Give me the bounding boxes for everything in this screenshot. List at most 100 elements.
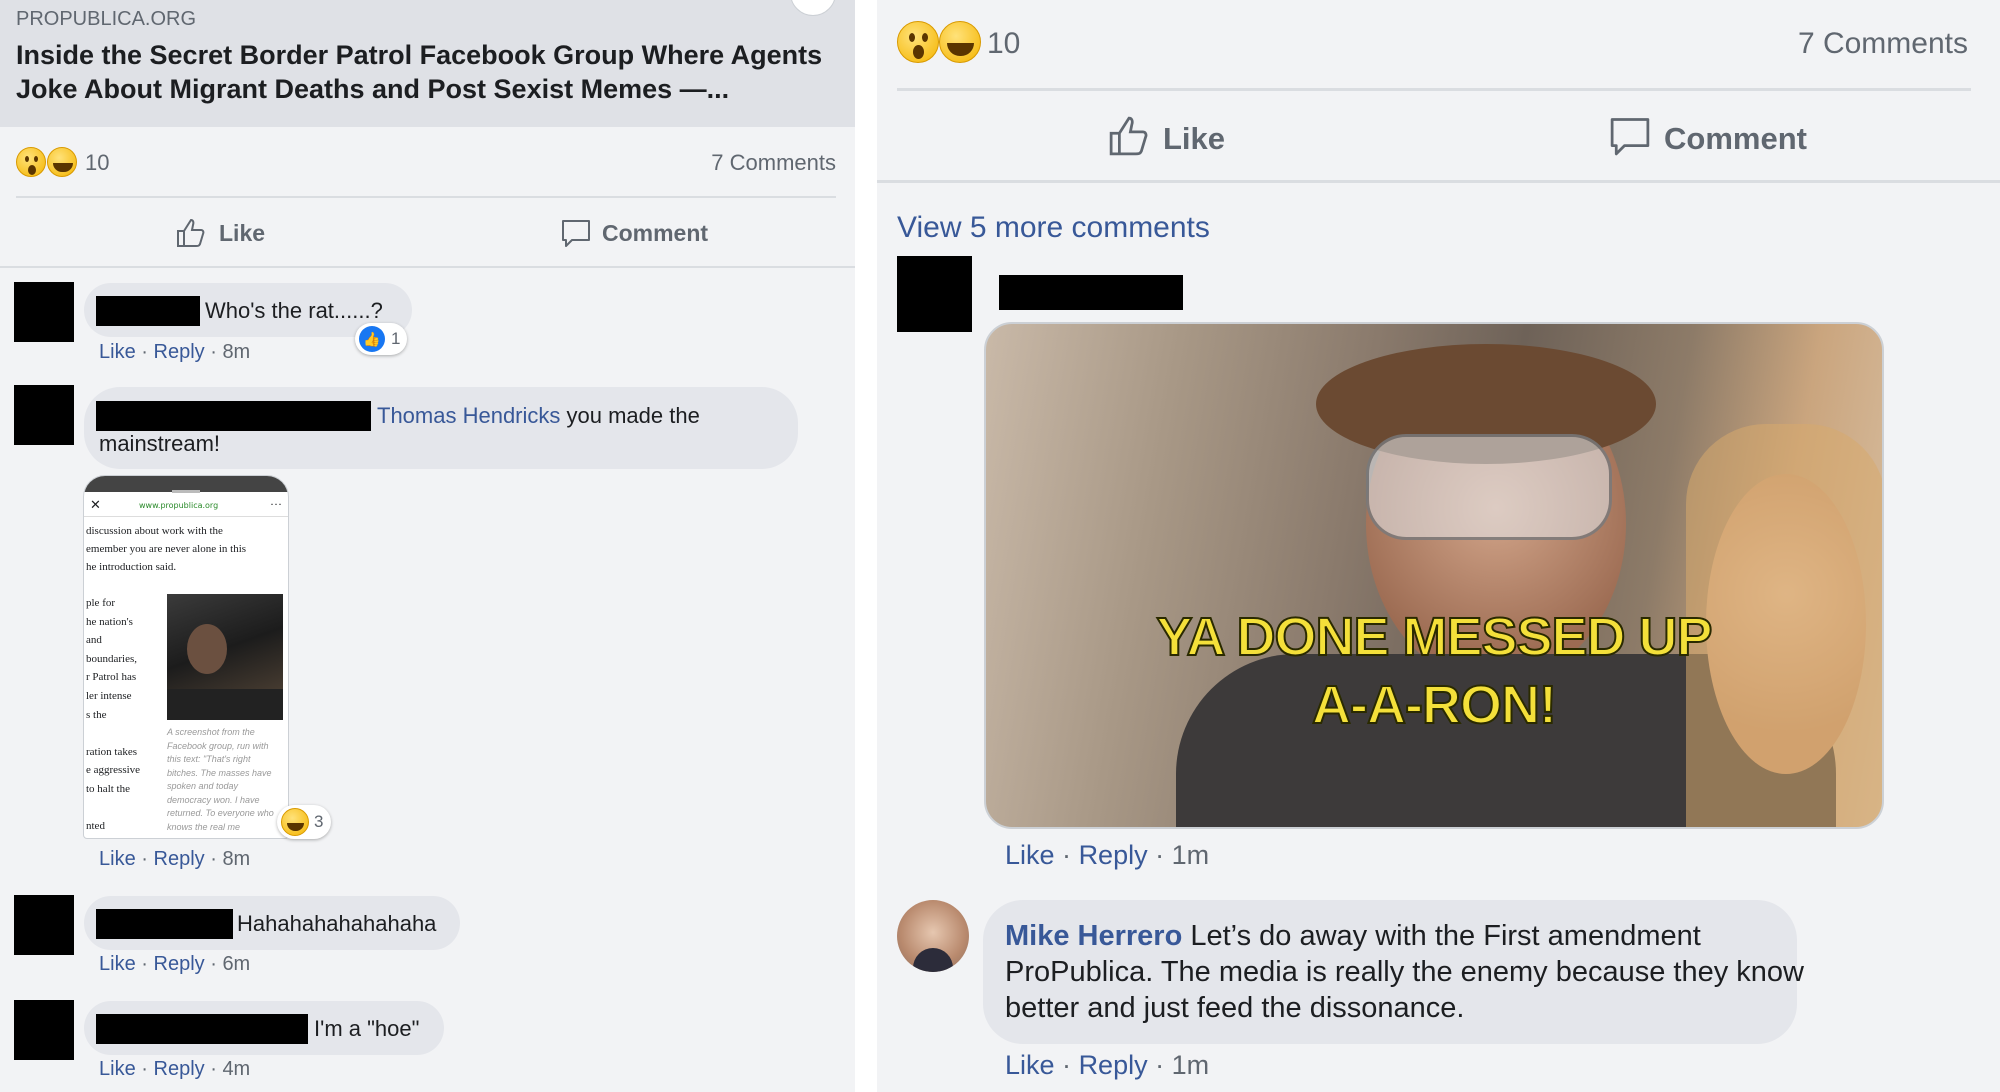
redacted-name [96,1014,308,1044]
left-post-panel: PROPUBLICA.ORG Inside the Secret Border … [0,0,855,1092]
like-button[interactable]: Like [1107,110,1247,166]
screenshot-line: he introduction said. [86,561,177,573]
avatar-redacted[interactable] [14,385,74,445]
avatar-redacted[interactable] [14,895,74,955]
gif-caption-line2: A-A-RON! [1311,674,1558,736]
comment-time[interactable]: 8m [222,341,250,363]
comment-time[interactable]: 6m [222,953,250,975]
thumbs-up-icon [1109,116,1148,156]
comment-reply-link[interactable]: Reply [154,953,205,975]
divider [897,88,1971,91]
screenshot-line: e aggressive [86,764,141,777]
link-title-line2: Joke About Migrant Deaths and Post Sexis… [16,74,730,104]
link-preview[interactable]: PROPUBLICA.ORG Inside the Secret Border … [0,0,855,127]
reaction-count[interactable]: 10 [85,150,109,176]
comment-reply-link[interactable]: Reply [154,1058,205,1080]
thumbs-up-icon [177,218,205,247]
avatar-redacted[interactable] [14,1000,74,1060]
link-title-line1: Inside the Secret Border Patrol Facebook… [16,40,823,70]
screenshot-line: boundaries, [86,652,138,665]
comment-like-link[interactable]: Like [99,341,136,363]
comment-text-line2: ProPublica. The media is really the enem… [1005,956,1805,988]
screenshot-line: ration takes [86,745,138,758]
redacted-name [999,275,1183,310]
comment-label: Comment [1664,121,1807,156]
wow-emoji-icon [897,21,939,63]
reaction-badge-count: 3 [314,812,324,831]
wow-emoji-icon [16,147,46,177]
reaction-badge[interactable]: 👍 1 [355,323,407,355]
comment-time[interactable]: 8m [222,848,250,870]
mention-link[interactable]: Thomas Hendricks [377,403,560,428]
view-more-comments-link[interactable]: View 5 more comments [897,211,1210,245]
comment-button[interactable]: Comment [560,212,730,254]
more-icon: ··· [270,497,282,511]
comment-bubble-icon [562,220,590,247]
comment-meta: Like · Reply · 6m [99,953,251,975]
comments-count[interactable]: 7 Comments [711,150,836,176]
divider [0,266,855,268]
comment-like-link[interactable]: Like [99,1058,136,1080]
redacted-name [96,296,200,326]
attached-screenshot[interactable]: ✕ www.propublica.org ··· discussion abou… [83,475,289,839]
laugh-emoji-icon [281,808,309,836]
comment-meta: Like · Reply · 8m [99,848,251,870]
reaction-badge-count: 1 [391,329,401,348]
comment-meta: Like · Reply · 1m [1005,1050,1210,1080]
screenshot-url: www.propublica.org [139,501,219,510]
gif-image[interactable]: YA DONE MESSED UP A-A-RON! [984,322,1884,829]
right-post-panel: 10 7 Comments Like Comment View 5 more c… [877,0,2000,1092]
comment-time[interactable]: 4m [222,1058,250,1080]
screenshot-line: ple for [86,597,116,609]
screenshot-line: to halt the [86,782,130,795]
link-domain: PROPUBLICA.ORG [16,8,197,30]
screenshot-line: ler intense [86,689,132,702]
divider [16,196,836,198]
redacted-name [96,401,371,431]
comment-like-link[interactable]: Like [99,848,136,870]
screenshot-line: emember you are never alone in this [86,543,247,555]
comment-time[interactable]: 1m [1172,1050,1210,1080]
commenter-name-link[interactable]: Mike Herrero [1005,920,1182,952]
link-options-button[interactable] [790,0,836,16]
comment-text-line1: Thomas Hendricks you made the [377,403,700,428]
comment-reply-link[interactable]: Reply [1079,1050,1148,1080]
like-label: Like [219,220,266,246]
reaction-count[interactable]: 10 [987,27,1020,61]
comment-time[interactable]: 1m [1172,840,1210,870]
comment-meta: Like · Reply · 8m [99,341,251,363]
avatar[interactable] [897,900,969,972]
screenshot-caption: A screenshot from the Facebook group, ru… [167,727,274,832]
comment-label: Comment [602,220,709,246]
like-reaction-icon: 👍 [359,326,385,352]
comment-reply-link[interactable]: Reply [154,848,205,870]
screenshot-line: r Patrol has [86,671,137,684]
screenshot-column: ple for he nation's and boundaries, r Patrol… [86,594,166,836]
comment-text: Who's the rat......? [205,298,383,323]
comment-text-line3: better and just feed the dissonance. [1005,992,1465,1024]
close-icon: ✕ [90,498,101,513]
screenshot-line [86,724,166,743]
avatar-redacted[interactable] [14,282,74,342]
screenshot-line [86,799,166,818]
comment-meta: Like · Reply · 4m [99,1058,251,1080]
comment-reply-link[interactable]: Reply [154,341,205,363]
screenshot-line: nted [86,820,105,833]
avatar-redacted[interactable] [897,256,972,332]
comment-button[interactable]: Comment [1608,110,1828,166]
comment-bubble-icon [1610,118,1650,156]
comment-text: Hahahahahahahaha [237,911,437,936]
redacted-name [96,909,233,939]
comment-like-link[interactable]: Like [1005,840,1055,870]
comment-reply-link[interactable]: Reply [1079,840,1148,870]
divider [877,180,2000,183]
comment-meta: Like · Reply · 1m [1005,840,1210,870]
like-button[interactable]: Like [175,212,295,254]
comment-text-line1: Mike Herrero Let’s do away with the Firs… [1005,920,1701,952]
gif-caption-line1: YA DONE MESSED UP [1155,606,1713,668]
comment-like-link[interactable]: Like [1005,1050,1055,1080]
screenshot-image [167,594,283,720]
comment-like-link[interactable]: Like [99,953,136,975]
reaction-badge[interactable]: 3 [277,805,331,839]
comments-count[interactable]: 7 Comments [1798,27,1968,61]
